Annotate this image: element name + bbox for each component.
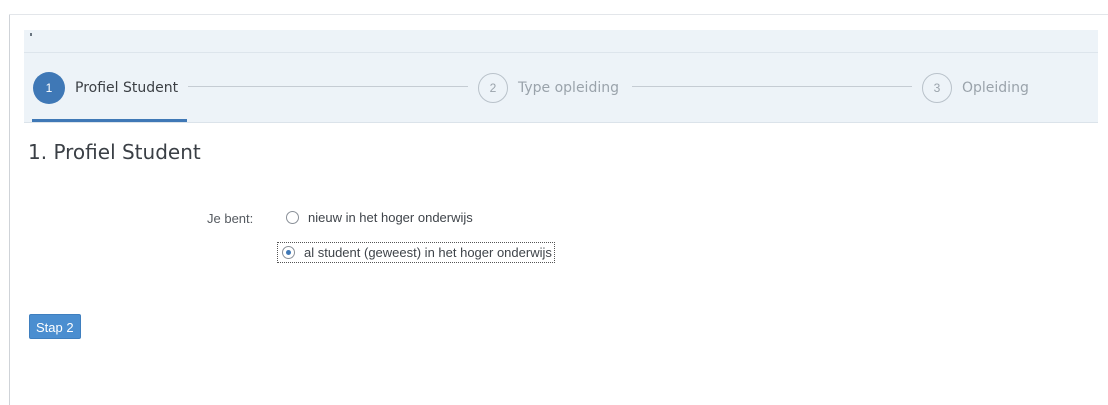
card-border-left	[9, 14, 10, 405]
step-number: 2	[489, 81, 497, 95]
radio-option-nieuw[interactable]: nieuw in het hoger onderwijs	[286, 210, 473, 225]
step-number-badge: 2	[478, 73, 508, 103]
radio-checked-icon[interactable]	[282, 246, 295, 259]
radio-option-label: nieuw in het hoger onderwijs	[308, 210, 473, 225]
step-type-opleiding[interactable]: 2 Type opleiding	[478, 71, 619, 105]
step-opleiding[interactable]: 3 Opleiding	[922, 71, 1029, 105]
step-profiel-student[interactable]: 1 Profiel Student	[33, 71, 178, 105]
stepper-divider	[24, 52, 1098, 53]
step-connector	[188, 86, 468, 87]
step-label: Profiel Student	[75, 80, 179, 96]
page-title: 1. Profiel Student	[28, 140, 201, 164]
decorative-mark	[30, 33, 32, 36]
radio-option-al-student[interactable]: al student (geweest) in het hoger onderw…	[277, 242, 555, 263]
radio-dot	[286, 250, 291, 255]
next-step-button[interactable]: Stap 2	[29, 314, 81, 339]
step-connector	[632, 86, 912, 87]
form-label: Je bent:	[207, 211, 254, 226]
step-number-badge: 1	[33, 72, 65, 104]
step-number: 1	[45, 81, 53, 95]
radio-unchecked-icon[interactable]	[286, 211, 299, 224]
step-number: 3	[933, 81, 941, 95]
step-number-badge: 3	[922, 73, 952, 103]
page-frame: 1 Profiel Student 2 Type opleiding 3 Opl…	[0, 0, 1108, 405]
radio-option-label: al student (geweest) in het hoger onderw…	[304, 245, 552, 260]
step-label: Opleiding	[962, 80, 1029, 96]
card-border-top	[9, 14, 1108, 15]
step-label: Type opleiding	[518, 80, 619, 96]
active-step-indicator	[32, 119, 187, 122]
